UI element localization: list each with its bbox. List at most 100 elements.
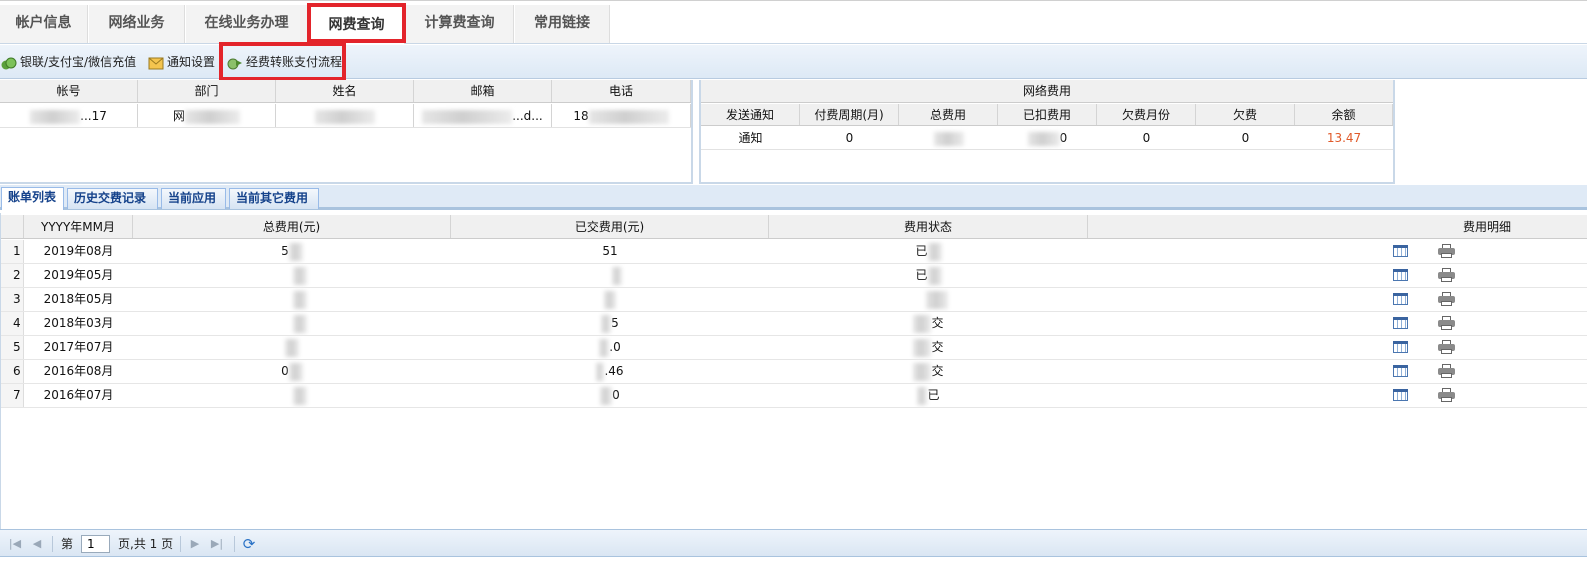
bill-total: 5 [133, 240, 451, 263]
bill-list-panel: YYYY年MM月 总费用(元) 已交费用(元) 费用状态 费用明细 1 2019… [0, 213, 1587, 529]
deducted-fee-value: 0 [998, 127, 1097, 149]
balance-value: 13.47 [1326, 131, 1362, 145]
col-balance: 余额 [1295, 104, 1393, 125]
detail-calendar-icon[interactable] [1393, 269, 1408, 281]
table-row[interactable]: 7 2016年07月 0 已 [1, 384, 1587, 408]
top-tab-bar: 帐户信息 网络业务 在线业务办理 网费查询 计算费查询 常用链接 [0, 0, 1587, 44]
print-icon[interactable] [1438, 316, 1455, 330]
notify-settings-label: 通知设置 [167, 55, 216, 69]
network-fee-title: 网络费用 [701, 80, 1393, 103]
refresh-icon[interactable]: ⟳ [242, 537, 256, 552]
bill-month: 2017年07月 [43, 340, 114, 354]
bill-paid: .46 [451, 360, 769, 383]
bill-status: 交 [769, 312, 1088, 335]
tab-computing-fee-query[interactable]: 计算费查询 [406, 5, 514, 43]
col-status: 费用状态 [769, 215, 1088, 238]
bill-paid: .0 [451, 336, 769, 359]
table-row[interactable]: 3 2018年05月 [1, 288, 1587, 312]
last-page-icon[interactable]: ▶| [210, 537, 224, 551]
table-row[interactable]: 5 2017年07月 .0 交 [1, 336, 1587, 360]
bill-status: 交 [769, 336, 1088, 359]
bill-paid [451, 264, 769, 287]
col-phone: 电话 [552, 80, 691, 102]
tab-current-apps[interactable]: 当前应用 [161, 188, 226, 209]
bill-month: 2018年03月 [43, 316, 114, 330]
recharge-label: 银联/支付宝/微信充值 [20, 55, 137, 69]
user-table-row: ...17 网 ...d... 18 [0, 104, 691, 128]
department-value: 网 [138, 104, 276, 127]
bill-detail-cell [1088, 240, 1587, 263]
bill-total [133, 288, 451, 311]
bill-month: 2019年08月 [43, 244, 114, 258]
recharge-button[interactable]: 银联/支付宝/微信充值 [1, 52, 136, 72]
page-prefix-label: 第 [61, 537, 74, 551]
col-pay-period: 付费周期(月) [800, 104, 899, 125]
print-icon[interactable] [1438, 388, 1455, 402]
bill-detail-cell [1088, 336, 1587, 359]
tab-account-info[interactable]: 帐户信息 [0, 5, 88, 43]
bill-detail-cell [1088, 384, 1587, 407]
detail-calendar-icon[interactable] [1393, 365, 1408, 377]
name-value [276, 104, 414, 127]
row-number: 1 [1, 240, 24, 263]
tab-network-service[interactable]: 网络业务 [89, 5, 185, 43]
print-icon[interactable] [1438, 340, 1455, 354]
col-deducted-fee: 已扣费用 [998, 104, 1097, 125]
next-page-icon[interactable]: ▶ [188, 537, 202, 551]
pager-divider [52, 536, 53, 552]
bill-detail-cell [1088, 288, 1587, 311]
page-number-input[interactable] [81, 535, 110, 553]
arrears-months-value: 0 [1142, 131, 1151, 145]
bill-status: 交 [769, 360, 1088, 383]
table-row[interactable]: 2 2019年05月 已 [1, 264, 1587, 288]
detail-calendar-icon[interactable] [1393, 245, 1408, 257]
pagination-bar: |◀ ◀ 第 页,共 1 页 ▶ ▶| ⟳ [0, 529, 1587, 557]
table-row[interactable]: 6 2016年08月 0 .46 交 [1, 360, 1587, 384]
row-number: 7 [1, 384, 24, 407]
bill-detail-cell [1088, 360, 1587, 383]
bill-detail-cell [1088, 312, 1587, 335]
transfer-icon [227, 56, 242, 69]
table-row[interactable]: 4 2018年03月 5 交 [1, 312, 1587, 336]
notification-icon [148, 56, 164, 69]
tab-bill-list[interactable]: 账单列表 [1, 187, 64, 210]
print-icon[interactable] [1438, 244, 1455, 258]
col-arrears-months: 欠费月份 [1097, 104, 1196, 125]
table-row[interactable]: 1 2019年08月 5 51 已 [1, 240, 1587, 264]
user-table-header: 帐号 部门 姓名 邮箱 电话 [0, 80, 691, 103]
user-info-panel: 帐号 部门 姓名 邮箱 电话 ...17 网 ...d... 18 [0, 80, 693, 184]
money-icon [1, 56, 17, 69]
bill-paid [451, 288, 769, 311]
bill-status: 已 [769, 384, 1088, 407]
notify-settings-button[interactable]: 通知设置 [148, 52, 215, 72]
notify-link[interactable]: 通知 [701, 127, 800, 149]
detail-calendar-icon[interactable] [1393, 389, 1408, 401]
col-detail: 费用明细 [1462, 220, 1511, 234]
print-icon[interactable] [1438, 292, 1455, 306]
print-icon[interactable] [1438, 268, 1455, 282]
bill-status: 已 [769, 264, 1088, 287]
transfer-flow-button[interactable]: 经费转账支付流程 [227, 52, 342, 72]
tab-online-service[interactable]: 在线业务办理 [186, 5, 308, 43]
total-fee-value [899, 127, 998, 149]
tab-fee-query[interactable]: 网费查询 [309, 6, 405, 44]
detail-calendar-icon[interactable] [1393, 341, 1408, 353]
tab-other-fees[interactable]: 当前其它费用 [229, 188, 319, 209]
bill-paid: 51 [602, 244, 618, 258]
prev-page-icon[interactable]: ◀ [30, 537, 44, 551]
bill-total [133, 312, 451, 335]
transfer-flow-label: 经费转账支付流程 [246, 55, 343, 69]
detail-calendar-icon[interactable] [1393, 317, 1408, 329]
bill-paid: 5 [451, 312, 769, 335]
pay-period-value: 0 [845, 131, 854, 145]
detail-calendar-icon[interactable] [1393, 293, 1408, 305]
bill-total [133, 384, 451, 407]
col-month: YYYY年MM月 [24, 215, 133, 238]
network-fee-panel: 网络费用 发送通知 付费周期(月) 总费用 已扣费用 欠费月份 欠费 余额 通知… [699, 80, 1395, 184]
email-value: ...d... [414, 104, 552, 127]
tab-common-links[interactable]: 常用链接 [515, 5, 610, 43]
row-number: 3 [1, 288, 24, 311]
tab-payment-history[interactable]: 历史交费记录 [67, 188, 158, 209]
print-icon[interactable] [1438, 364, 1455, 378]
first-page-icon[interactable]: |◀ [8, 537, 22, 551]
